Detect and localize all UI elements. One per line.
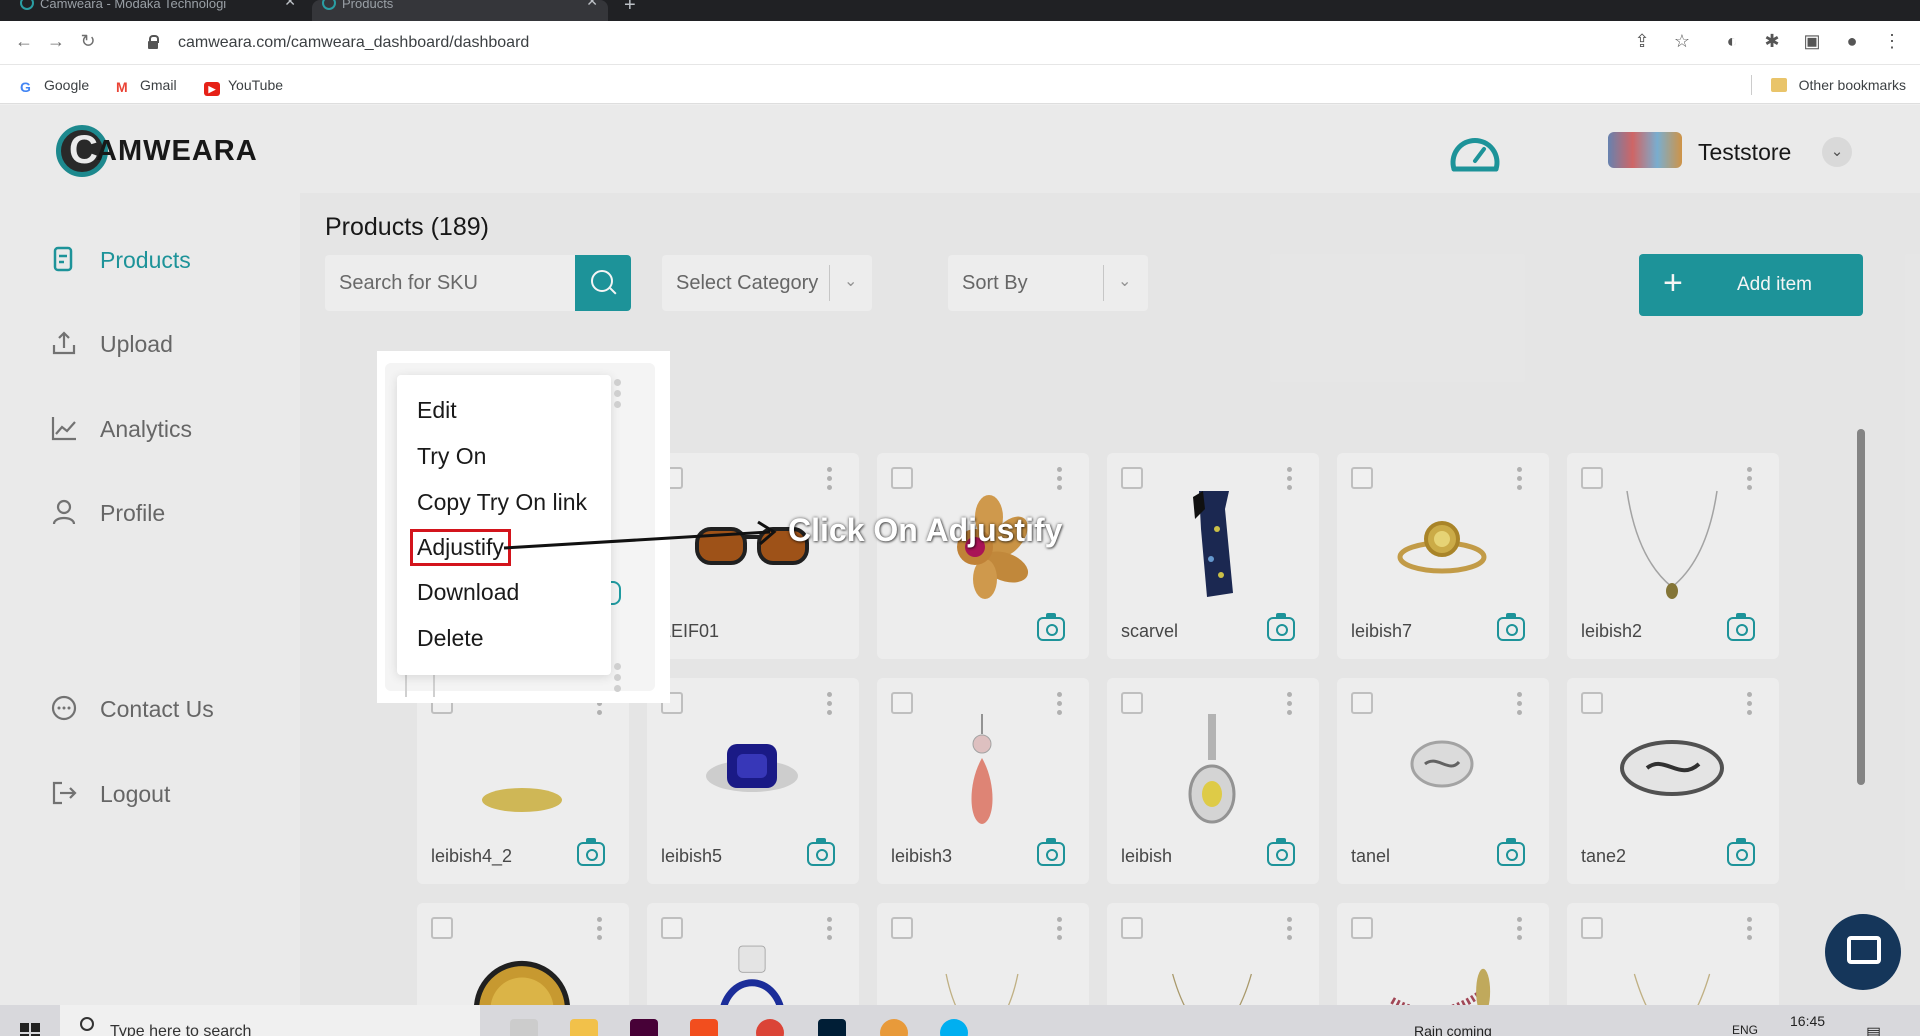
url-text: camweara.com/camweara_dashboard/dashboar… [178,34,530,51]
close-tab-icon[interactable]: ✕ [284,0,296,8]
browser-tab[interactable]: Camweara - Modaka Technologi ✕ [10,0,306,21]
chrome-icon[interactable] [756,1019,784,1036]
photoshop-icon[interactable] [818,1019,846,1036]
windows-start-icon[interactable] [20,1023,40,1036]
url-field[interactable]: camweara.com/camweara_dashboard/dashboar… [148,28,1648,58]
windows-taskbar: Type here to search Rain coming ENG 16:4… [0,1005,1920,1036]
google-icon: G [20,79,31,95]
forward-icon[interactable]: → [44,31,68,52]
bookmark-google[interactable]: G Google [20,77,89,95]
browser-tab-bar: Camweara - Modaka Technologi ✕ Products … [0,0,1920,21]
divider [1751,75,1752,95]
puzzle-icon[interactable]: ✱ [1760,31,1784,52]
search-icon [80,1017,94,1031]
file-explorer-icon[interactable] [570,1019,598,1036]
adobe-xd-icon[interactable] [630,1019,658,1036]
folder-icon [1770,78,1787,92]
tab-title: Camweara - Modaka Technologi [40,0,227,11]
camweara-favicon-icon [20,0,34,10]
menu-item-try-on[interactable]: Try On [417,443,486,470]
lock-icon [148,35,159,49]
weather-text[interactable]: Rain coming [1414,1023,1492,1036]
close-tab-icon[interactable]: ✕ [586,0,598,8]
more-options-icon[interactable] [614,379,622,412]
back-icon[interactable]: ← [12,31,36,52]
blender-icon[interactable] [880,1019,908,1036]
tab-title: Products [342,0,394,11]
extension-icon[interactable]: ◐ [1720,31,1744,52]
figma-icon[interactable] [690,1019,718,1036]
youtube-icon: ▶ [204,82,220,96]
chat-widget-button[interactable] [1825,914,1901,990]
menu-item-delete[interactable]: Delete [417,625,483,652]
language-indicator[interactable]: ENG [1732,1023,1758,1036]
side-panel-icon[interactable]: ▣ [1800,31,1824,52]
menu-item-edit[interactable]: Edit [417,397,457,424]
other-bookmarks[interactable]: Other bookmarks [1770,77,1906,93]
bookmark-star-icon[interactable]: ☆ [1670,31,1694,52]
menu-dots-icon[interactable]: ⋮ [1880,31,1904,52]
new-tab-icon[interactable]: + [624,0,636,17]
bookmark-youtube[interactable]: ▶ YouTube [204,77,283,96]
clock-time[interactable]: 16:45 [1790,1013,1825,1029]
camweara-favicon-icon [322,0,336,10]
annotation-arrow-icon [503,520,777,550]
taskbar-search-placeholder: Type here to search [110,1023,252,1036]
menu-item-download[interactable]: Download [417,579,519,606]
annotation-label: Click On Adjustify [788,512,1063,548]
chat-bubble-icon [1847,936,1881,964]
taskbar-search[interactable]: Type here to search [60,1005,480,1036]
bookmarks-bar: G Google M Gmail ▶ YouTube Other bookmarks [0,65,1920,104]
more-options-icon[interactable] [614,663,622,696]
browser-tab-active[interactable]: Products ✕ [312,0,608,21]
profile-avatar-icon[interactable]: ● [1840,31,1864,52]
address-bar-row: ← → ↻ camweara.com/camweara_dashboard/da… [0,21,1920,65]
notification-icon[interactable]: ▤ [1866,1023,1881,1036]
task-view-icon[interactable] [510,1019,538,1036]
reload-icon[interactable]: ↻ [76,31,100,52]
dim-overlay [0,105,1920,1005]
share-icon[interactable]: ⇪ [1630,31,1654,52]
gmail-icon: M [116,79,128,95]
menu-item-adjustify[interactable]: Adjustify [410,529,511,566]
bookmark-gmail[interactable]: M Gmail [116,77,177,95]
skype-icon[interactable] [940,1019,968,1036]
